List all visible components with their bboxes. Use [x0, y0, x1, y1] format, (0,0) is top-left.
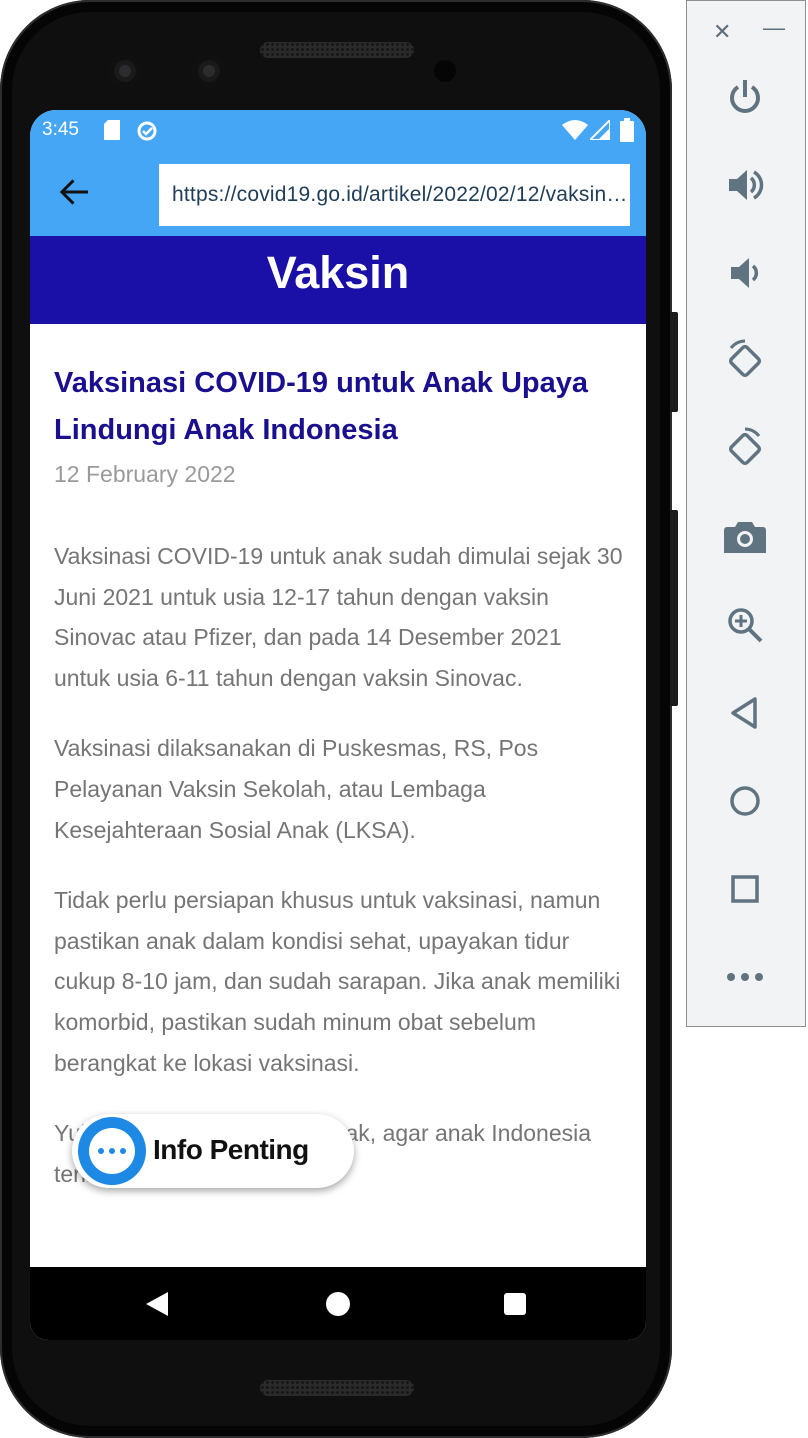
more-horizontal-icon [78, 1117, 146, 1185]
info-penting-button[interactable]: Info Penting [72, 1114, 354, 1188]
article-paragraph: Vaksinasi dilaksanakan di Puskesmas, RS,… [54, 735, 539, 843]
front-camera [108, 54, 142, 88]
sd-card-icon [104, 120, 120, 140]
nav-recents-icon[interactable] [504, 1293, 526, 1315]
nav-home-icon[interactable] [326, 1292, 350, 1316]
camera-icon[interactable] [717, 509, 773, 565]
device-screen: 3:45 https://covid19.go.id/artikel/2022/… [30, 110, 646, 1340]
close-icon[interactable]: ✕ [713, 19, 731, 45]
volume-side-button [670, 510, 678, 706]
status-bar: 3:45 [30, 110, 646, 150]
signal-icon [590, 120, 610, 140]
volume-down-icon[interactable] [717, 245, 773, 301]
article: Vaksinasi COVID-19 untuk Anak Upaya Lind… [54, 324, 624, 1194]
power-side-button [670, 312, 678, 412]
navigation-bar [30, 1267, 646, 1340]
earpiece-speaker [260, 42, 414, 58]
emulator-toolbar: ✕ — [686, 0, 806, 1027]
proximity-sensor [434, 60, 456, 82]
power-icon[interactable] [717, 69, 773, 125]
back-icon[interactable] [717, 685, 773, 741]
arrow-back-icon[interactable] [56, 174, 92, 210]
article-paragraph: Vaksinasi COVID-19 untuk anak sudah dimu… [54, 543, 623, 691]
phone-frame: 3:45 https://covid19.go.id/artikel/2022/… [0, 0, 678, 1438]
battery-icon [620, 118, 634, 142]
volume-up-icon[interactable] [717, 157, 773, 213]
nav-back-icon[interactable] [146, 1292, 168, 1316]
article-title: Vaksinasi COVID-19 untuk Anak Upaya Lind… [54, 367, 589, 446]
more-icon[interactable] [717, 949, 773, 1005]
section-banner: Vaksin [30, 236, 646, 324]
status-time: 3:45 [42, 119, 79, 140]
overview-icon[interactable] [717, 861, 773, 917]
url-field[interactable]: https://covid19.go.id/artikel/2022/02/12… [159, 164, 630, 226]
sync-icon [137, 121, 157, 141]
article-paragraph: Tidak perlu persiapan khusus untuk vaksi… [54, 887, 621, 1076]
minimize-icon[interactable]: — [763, 15, 785, 41]
wifi-icon [562, 120, 588, 140]
app-bar: https://covid19.go.id/artikel/2022/02/12… [30, 150, 646, 236]
rotate-right-icon[interactable] [717, 421, 773, 477]
info-penting-label: Info Penting [153, 1134, 309, 1165]
bottom-speaker [260, 1380, 414, 1396]
banner-title: Vaksin [266, 247, 410, 298]
article-date: 12 February 2022 [54, 461, 236, 487]
front-camera-2 [192, 54, 226, 88]
rotate-left-icon[interactable] [717, 333, 773, 389]
home-icon[interactable] [717, 773, 773, 829]
zoom-icon[interactable] [717, 597, 773, 653]
